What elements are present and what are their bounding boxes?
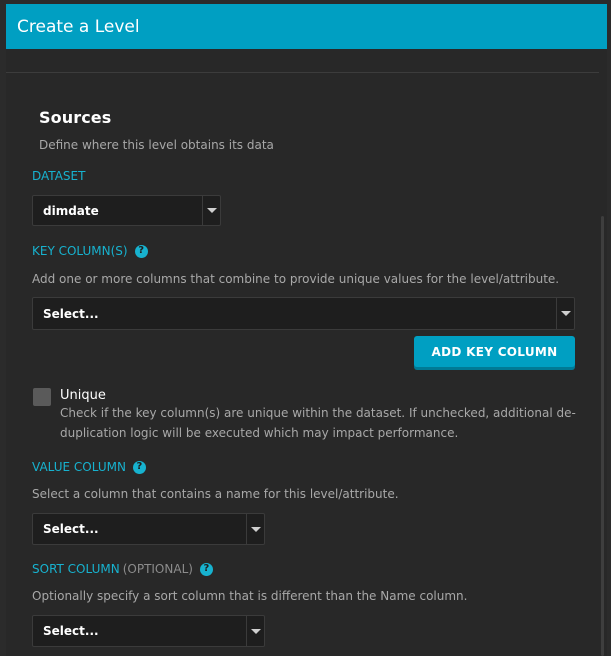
section-title-sources: Sources [39,108,112,127]
key-columns-label: KEY COLUMN(S) ? [32,244,148,258]
key-columns-description: Add one or more columns that combine to … [32,272,560,286]
help-icon[interactable]: ? [199,562,213,576]
dataset-select-value: dimdate [43,203,99,218]
key-columns-label-text: KEY COLUMN(S) [32,244,128,258]
value-column-label-text: VALUE COLUMN [32,460,126,474]
sources-description: Define where this level obtains its data [39,138,274,152]
sort-column-select-value: Select... [43,624,99,638]
caret-down-icon [206,208,217,213]
value-column-select[interactable]: Select... [32,513,265,545]
unique-description-line2: duplication logic will be executed which… [60,426,459,440]
sort-column-select-arrow[interactable] [246,616,264,646]
unique-description-line1: Check if the key column(s) are unique wi… [60,406,576,420]
scrollbar[interactable] [601,216,604,656]
sort-column-select[interactable]: Select... [32,615,265,647]
sort-column-description: Optionally specify a sort column that is… [32,589,468,603]
caret-down-icon [250,628,261,634]
help-icon[interactable]: ? [132,460,146,474]
dialog-title: Create a Level [17,16,140,37]
sort-column-label: SORT COLUMN (OPTIONAL) ? [32,562,213,576]
dataset-select[interactable]: dimdate [32,195,221,226]
key-columns-select-value: Select... [43,306,99,321]
caret-down-icon [560,311,571,316]
value-column-select-arrow[interactable] [246,514,264,544]
sort-column-label-text: SORT COLUMN [32,562,120,576]
unique-label[interactable]: Unique [60,388,106,403]
value-column-select-value: Select... [43,522,99,536]
dataset-label-text: DATASET [32,169,86,183]
divider [6,72,599,73]
key-columns-select[interactable]: Select... [32,297,575,330]
value-column-description: Select a column that contains a name for… [32,487,399,501]
value-column-label: VALUE COLUMN ? [32,460,146,474]
caret-down-icon [250,526,261,532]
add-key-column-button[interactable]: ADD KEY COLUMN [414,336,575,367]
dialog-header: Create a Level [6,4,607,49]
dataset-select-arrow[interactable] [202,196,220,225]
key-columns-select-arrow[interactable] [556,298,574,329]
optional-tag: (OPTIONAL) [122,562,193,576]
help-icon[interactable]: ? [134,244,148,258]
dataset-label: DATASET [32,169,85,183]
unique-checkbox[interactable] [33,388,51,406]
